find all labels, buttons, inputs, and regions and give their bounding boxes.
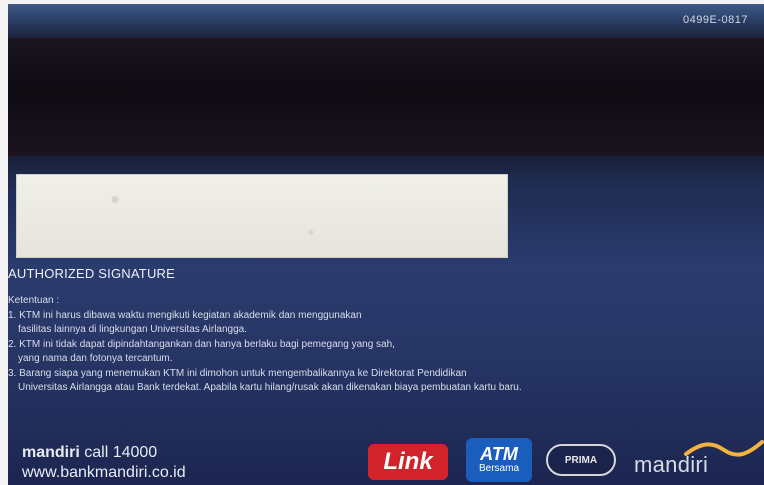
terms-line-6: Universitas Airlangga atau Bank terdekat… [18, 382, 522, 393]
atm-logo-text: ATM [480, 444, 518, 464]
mandiri-logo: mandiri [634, 452, 709, 477]
signature-panel [16, 174, 508, 258]
terms-line-1: 1. KTM ini harus dibawa waktu mengikuti … [8, 309, 362, 321]
bersama-logo-text: Bersama [478, 463, 519, 474]
atm-bersama-logo: ATM Bersama [466, 438, 532, 482]
terms-block: Ketentuan : 1. KTM ini harus dibawa wakt… [8, 294, 748, 396]
terms-line-5: 3. Barang siapa yang menemukan KTM ini d… [8, 367, 467, 379]
terms-line-4: yang nama dan fotonya tercantum. [18, 353, 173, 364]
prima-logo: PRIMA [546, 444, 616, 476]
terms-heading: Ketentuan : [8, 295, 60, 306]
link-logo: Link [368, 444, 448, 480]
card-serial-number: 0499E-0817 [683, 14, 748, 26]
bank-call-line: mandiri call 14000 [22, 444, 157, 462]
bank-website: www.bankmandiri.co.id [22, 464, 186, 481]
terms-line-3: 2. KTM ini tidak dapat dipindahtangankan… [8, 338, 395, 350]
student-id-card-back: 0499E-0817 AUTHORIZED SIGNATURE Ketentua… [8, 4, 764, 485]
bank-call: call 14000 [84, 444, 158, 461]
bank-name: mandiri [22, 444, 80, 461]
authorized-signature-label: AUTHORIZED SIGNATURE [8, 266, 175, 281]
terms-line-2: fasilitas lainnya di lingkungan Universi… [18, 324, 248, 335]
magnetic-stripe [8, 38, 764, 156]
